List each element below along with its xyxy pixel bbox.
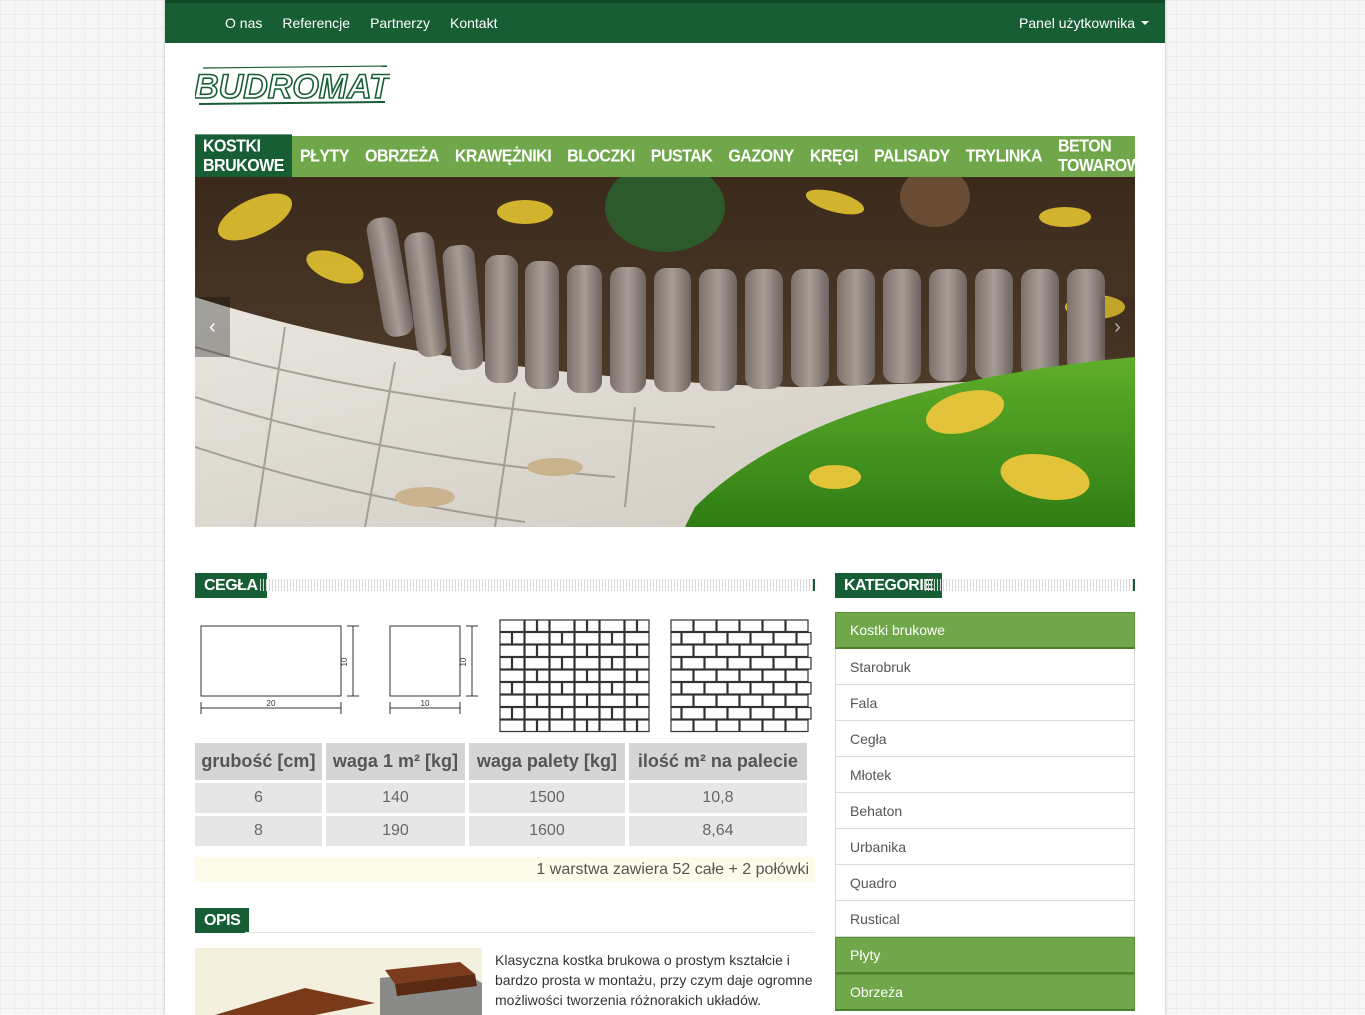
table-row: 8 190 1600 8,64: [195, 816, 807, 849]
category-kostki-brukowe[interactable]: Kostki brukowe: [835, 612, 1135, 649]
top-nav: O nas Referencje Partnerzy Kontakt: [215, 3, 507, 43]
table-header-cell: waga palety [kg]: [469, 743, 625, 783]
category-fala[interactable]: Fala: [835, 685, 1135, 721]
table-cell: 8: [195, 816, 322, 849]
table-cell: 140: [325, 783, 465, 816]
brick-drawings: 20 10 10 10: [195, 612, 815, 742]
mainnav-pustak[interactable]: PUSTAK: [643, 134, 721, 178]
category-plyty[interactable]: Płyty: [835, 937, 1135, 974]
opis-title: OPIS: [195, 908, 250, 933]
categories-header: KATEGORIE: [835, 573, 1135, 598]
half-height-label: 10: [459, 657, 468, 666]
mainnav-kostki-brukowe[interactable]: KOSTKI BRUKOWE: [195, 134, 292, 179]
chevron-right-icon: ›: [1114, 315, 1121, 338]
product-section-header: CEGŁA: [195, 573, 815, 598]
category-cegla[interactable]: Cegła: [835, 721, 1135, 757]
table-cell: 1500: [469, 783, 625, 816]
categories-list: Kostki brukowe Starobruk Fala Cegła Młot…: [835, 612, 1135, 1011]
topnav-link-kontakt[interactable]: Kontakt: [450, 15, 497, 31]
mainnav-beton-towarowy[interactable]: BETON TOWAROWY: [1050, 134, 1159, 178]
mainnav-kregi[interactable]: KRĘGI: [802, 134, 866, 178]
logo-text: BUDROMAT: [195, 68, 390, 106]
topnav-link-partnerzy[interactable]: Partnerzy: [370, 15, 430, 31]
slider-image: [195, 177, 1135, 527]
slider-next-button[interactable]: ›: [1100, 297, 1135, 357]
table-cell: 6: [195, 783, 322, 816]
table-header-cell: waga 1 m² [kg]: [325, 743, 465, 783]
half-width-label: 10: [421, 699, 430, 708]
brick-technical-drawings: 20 10 10 10: [200, 619, 812, 733]
mainnav-palisady[interactable]: PALISADY: [866, 134, 958, 178]
brick-width-label: 20: [267, 699, 276, 708]
brick-height-label: 10: [340, 657, 349, 666]
top-bar: O nas Referencje Partnerzy Kontakt Panel…: [165, 0, 1165, 43]
table-row: 6 140 1500 10,8: [195, 783, 807, 816]
caret-down-icon: [1141, 21, 1149, 25]
page-container: O nas Referencje Partnerzy Kontakt Panel…: [165, 0, 1165, 1015]
product-image: [195, 948, 482, 1015]
table-header-row: grubość [cm] waga 1 m² [kg] waga palety …: [195, 743, 807, 783]
table-cell: 8,64: [628, 816, 807, 849]
mainnav-krawezniki[interactable]: KRAWĘŻNIKI: [447, 134, 559, 178]
topnav-link-o-nas[interactable]: O nas: [225, 15, 262, 31]
section-divider: [925, 579, 1135, 591]
table-cell: 10,8: [628, 783, 807, 816]
opis-description: Klasyczna kostka brukowa o prostym kszta…: [495, 952, 813, 1008]
mainnav-trylinka[interactable]: TRYLINKA: [958, 134, 1050, 178]
category-urbanika[interactable]: Urbanika: [835, 829, 1135, 865]
brick-product-photo: [195, 948, 482, 1015]
user-panel-dropdown[interactable]: Panel użytkownika: [1019, 3, 1149, 43]
section-divider: [260, 579, 815, 591]
section-underline: [245, 932, 815, 933]
slider-prev-button[interactable]: ‹: [195, 297, 230, 357]
category-quadro[interactable]: Quadro: [835, 865, 1135, 901]
topnav-link-referencje[interactable]: Referencje: [282, 15, 350, 31]
logo[interactable]: BUDROMAT: [193, 62, 394, 108]
mainnav-gazony[interactable]: GAZONY: [720, 134, 801, 178]
mainnav-plyty[interactable]: PŁYTY: [292, 134, 357, 178]
stretcher-bond-pattern: [670, 619, 812, 733]
table-header-cell: ilość m² na palecie: [628, 743, 807, 783]
opis-section-header: OPIS: [195, 908, 815, 933]
hero-slider: ‹ ›: [195, 177, 1135, 527]
main-nav: KOSTKI BRUKOWE PŁYTY OBRZEŻA KRAWĘŻNIKI …: [195, 134, 1152, 179]
mainnav-bloczki[interactable]: BLOCZKI: [559, 134, 643, 178]
budromat-logo-graphic: BUDROMAT: [193, 62, 394, 108]
table-cell: 1600: [469, 816, 625, 849]
product-spec-table: grubość [cm] waga 1 m² [kg] waga palety …: [191, 743, 811, 849]
category-obrzeza[interactable]: Obrzeża: [835, 974, 1135, 1011]
category-starobruk[interactable]: Starobruk: [835, 649, 1135, 685]
category-behaton[interactable]: Behaton: [835, 793, 1135, 829]
table-header-cell: grubość [cm]: [195, 743, 322, 783]
layer-note: 1 warstwa zawiera 52 całe + 2 połówki: [195, 857, 815, 882]
table-cell: 190: [325, 816, 465, 849]
herringbone-pattern: [499, 619, 650, 733]
category-rustical[interactable]: Rustical: [835, 901, 1135, 937]
category-mlotek[interactable]: Młotek: [835, 757, 1135, 793]
product-title: CEGŁA: [195, 573, 267, 598]
mainnav-obrzeza[interactable]: OBRZEŻA: [357, 134, 447, 178]
user-panel-label: Panel użytkownika: [1019, 15, 1135, 31]
chevron-left-icon: ‹: [209, 315, 216, 338]
